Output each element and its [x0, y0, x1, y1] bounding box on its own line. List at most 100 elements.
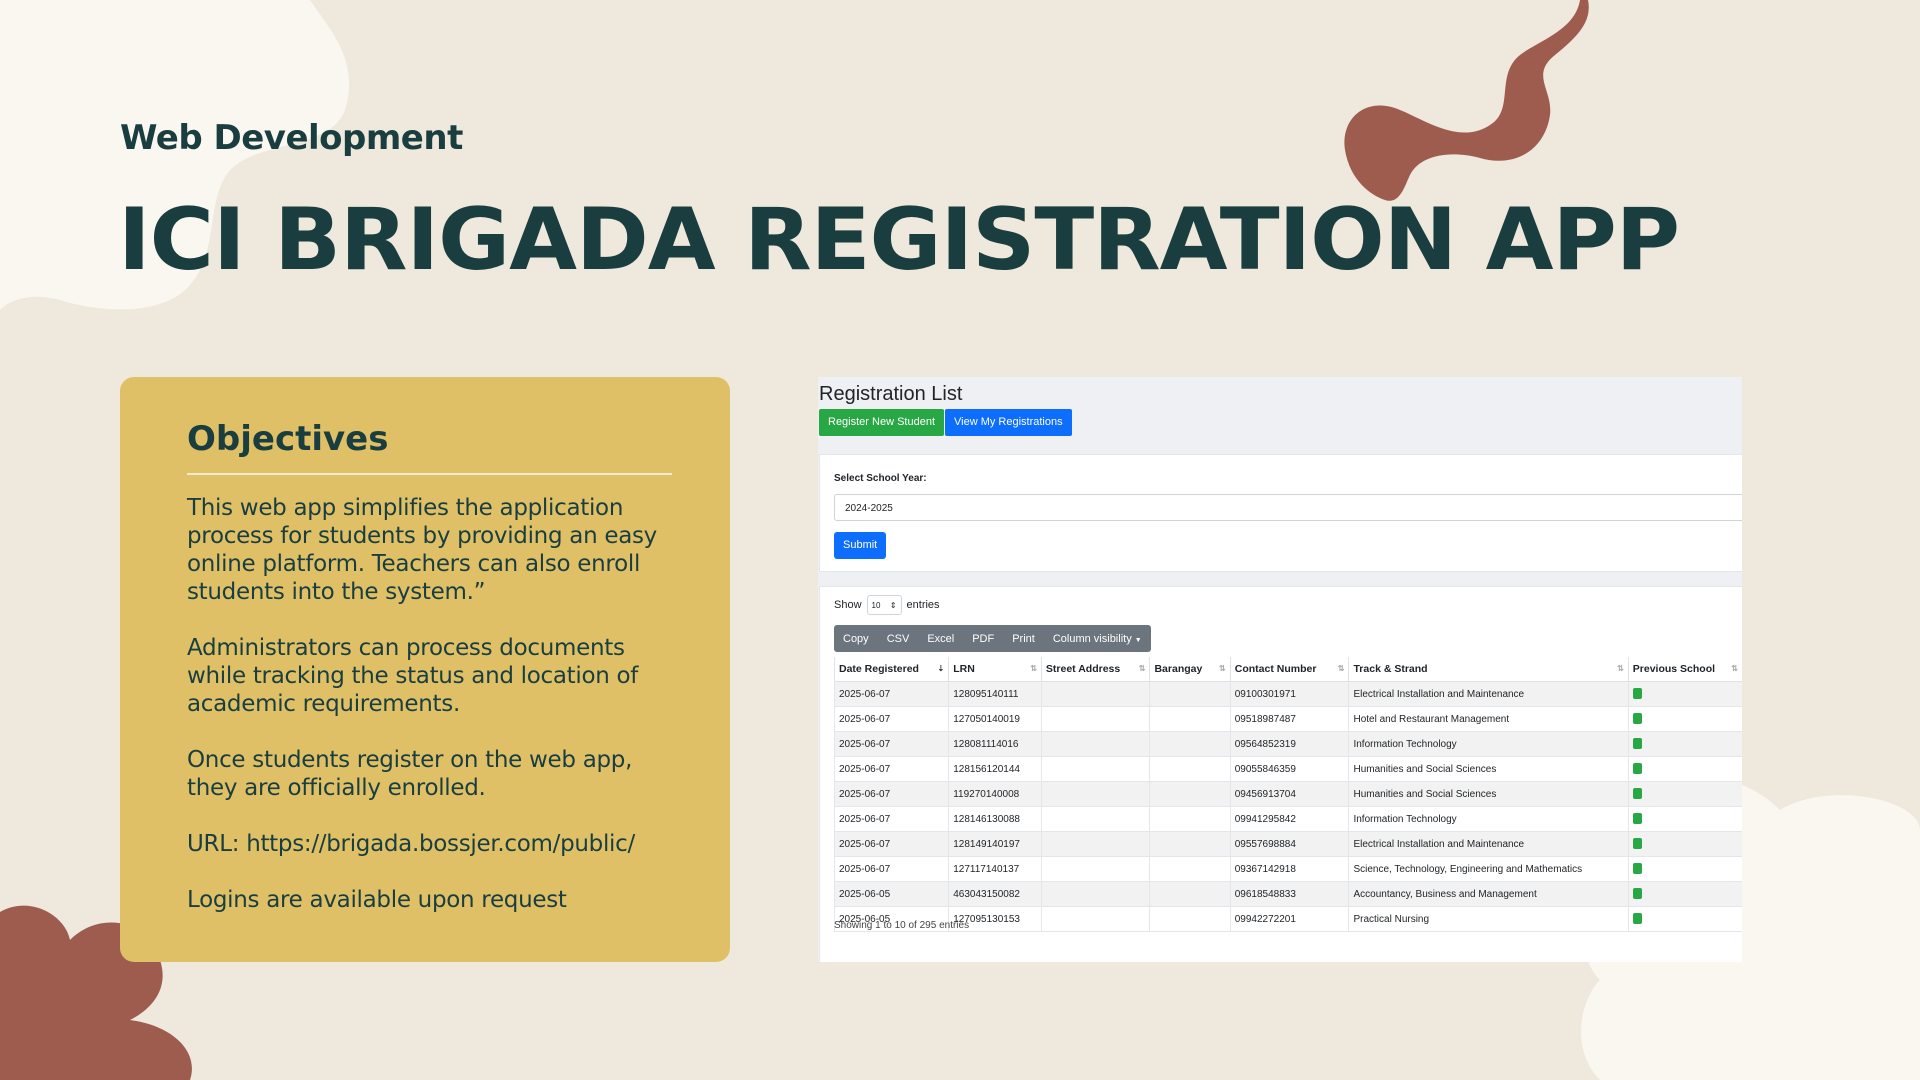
table-cell	[1040, 781, 1151, 807]
pdf-button[interactable]: PDF	[963, 633, 1003, 645]
table-body: 2025-06-07 128095140111 09100301971 Electri…	[833, 681, 1742, 932]
school-year-select[interactable]: 2024-2025	[834, 494, 1742, 521]
table-cell: 2025-06-07	[833, 831, 950, 857]
table-cell: 09055846359	[1229, 756, 1350, 782]
column-header[interactable]: Contact Number ⇅	[1229, 657, 1350, 682]
show-label: Show	[834, 599, 862, 611]
table-cell: Practical Nursing	[1348, 906, 1629, 932]
sort-icon: ⇅	[1731, 664, 1738, 673]
slide-title: ICI BRIGADA REGISTRATION APP	[118, 190, 1680, 290]
table-cell: 2025-06-07	[833, 731, 950, 757]
table-cell	[1040, 806, 1151, 832]
objectives-paragraph: Administrators can process documents whi…	[187, 635, 639, 717]
previous-school-icon[interactable]	[1632, 913, 1642, 925]
decorative-squiggle	[1344, 0, 1589, 201]
table-cell: Humanities and Social Sciences	[1348, 781, 1629, 807]
table-cell: 128149140197	[948, 831, 1042, 857]
print-button[interactable]: Print	[1003, 633, 1044, 645]
table-cell	[1149, 831, 1231, 857]
table-cell: 09518987487	[1229, 706, 1350, 732]
table-cell: Information Technology	[1348, 731, 1629, 757]
table-cell: 2025-06-07	[833, 781, 950, 807]
table-cell: 119270140008	[948, 781, 1042, 807]
excel-button[interactable]: Excel	[918, 633, 963, 645]
table-cell	[1040, 706, 1151, 732]
previous-school-icon[interactable]	[1632, 863, 1642, 875]
column-header[interactable]: Date Registered ⇣	[833, 657, 950, 682]
previous-school-icon[interactable]	[1632, 838, 1642, 850]
school-year-label: Select School Year:	[834, 473, 927, 484]
table-cell: Accountancy, Business and Management	[1348, 881, 1629, 907]
column-header[interactable]: Street Address ⇅	[1040, 657, 1151, 682]
sort-desc-icon: ⇣	[937, 664, 945, 673]
table-row: 2025-06-05 127095130153 09942272201 Practic…	[833, 906, 1742, 932]
entries-length-control: Show 10 ⇕ entries	[834, 595, 940, 615]
previous-school-icon[interactable]	[1632, 738, 1642, 750]
submit-button[interactable]: Submit	[834, 532, 887, 559]
table-cell	[1040, 906, 1151, 932]
column-header[interactable]: Previous School ⇅	[1627, 657, 1742, 682]
table-row: 2025-06-07 128081114016 09564852319 Informa…	[833, 731, 1742, 757]
previous-school-cell	[1627, 831, 1742, 857]
previous-school-icon[interactable]	[1632, 688, 1642, 700]
register-new-student-button[interactable]: Register New Student	[819, 409, 944, 436]
objectives-url: URL: https://brigada.bossjer.com/public/	[187, 831, 635, 857]
sort-icon: ⇅	[1219, 664, 1226, 673]
column-header[interactable]: Track & Strand ⇅	[1348, 657, 1629, 682]
table-cell: Electrical Installation and Maintenance	[1348, 831, 1629, 857]
column-header[interactable]: Barangay ⇅	[1149, 657, 1231, 682]
column-visibility-button[interactable]: Column visibility ▼	[1044, 633, 1151, 645]
table-cell: 09100301971	[1229, 681, 1350, 707]
table-cell: 127050140019	[948, 706, 1042, 732]
table-cell	[1149, 781, 1231, 807]
table-cell: 127117140137	[948, 856, 1042, 882]
column-header[interactable]: LRN ⇅	[948, 657, 1042, 682]
previous-school-cell	[1627, 806, 1742, 832]
table-row: 2025-06-07 119270140008 09456913704 Humanit…	[833, 781, 1742, 807]
table-cell	[1040, 881, 1151, 907]
objectives-paragraph: Once students register on the web app, t…	[187, 747, 633, 801]
table-cell	[1149, 806, 1231, 832]
table-cell: Humanities and Social Sciences	[1348, 756, 1629, 782]
previous-school-cell	[1627, 856, 1742, 882]
table-row: 2025-06-07 128146130088 09941295842 Informa…	[833, 806, 1742, 832]
slide-subtitle: Web Development	[120, 118, 463, 158]
school-year-card: Select School Year: 2024-2025 Submit	[819, 454, 1742, 572]
table-cell: 128146130088	[948, 806, 1042, 832]
table-row: 2025-06-07 127050140019 09518987487 Hotel a…	[833, 706, 1742, 732]
table-header-row: Date Registered ⇣ LRN ⇅ Street Address ⇅ Baran…	[833, 657, 1742, 682]
previous-school-icon[interactable]	[1632, 713, 1642, 725]
app-screenshot-panel: Registration List Register New Student V…	[818, 377, 1742, 962]
export-toolbar: Copy CSV Excel PDF Print Column visibili…	[834, 625, 1151, 652]
registrations-table-card: Show 10 ⇕ entries Copy CSV Excel PDF Prin…	[819, 586, 1742, 962]
view-my-registrations-button[interactable]: View My Registrations	[945, 409, 1072, 436]
entries-select[interactable]: 10 ⇕	[866, 595, 902, 615]
column-header-label: Barangay	[1154, 663, 1203, 675]
entries-select-value: 10	[871, 600, 881, 610]
objectives-paragraph: Logins are available upon request	[187, 887, 567, 913]
table-cell: Hotel and Restaurant Management	[1348, 706, 1629, 732]
table-info: Showing 1 to 10 of 295 entries	[834, 920, 970, 931]
sort-icon: ⇅	[1617, 664, 1624, 673]
column-header-label: LRN	[953, 663, 975, 675]
column-header-label: Street Address	[1045, 663, 1121, 675]
caret-down-icon: ▼	[1134, 636, 1142, 644]
column-header-label: Track & Strand	[1353, 663, 1428, 675]
table-cell: 09942272201	[1229, 906, 1350, 932]
table-cell: 2025-06-07	[833, 706, 950, 732]
table-cell: 2025-06-07	[833, 681, 950, 707]
table-row: 2025-06-07 128149140197 09557698884 Electri…	[833, 831, 1742, 857]
table-cell	[1149, 906, 1231, 932]
copy-button[interactable]: Copy	[834, 633, 878, 645]
table-cell: Information Technology	[1348, 806, 1629, 832]
table-cell: 09367142918	[1229, 856, 1350, 882]
previous-school-icon[interactable]	[1632, 788, 1642, 800]
csv-button[interactable]: CSV	[878, 633, 919, 645]
table-cell: 2025-06-07	[833, 856, 950, 882]
table-cell: 09941295842	[1229, 806, 1350, 832]
previous-school-icon[interactable]	[1632, 888, 1642, 900]
table-cell: 128095140111	[948, 681, 1042, 707]
previous-school-icon[interactable]	[1632, 763, 1642, 775]
previous-school-icon[interactable]	[1632, 813, 1642, 825]
table-cell	[1040, 681, 1151, 707]
